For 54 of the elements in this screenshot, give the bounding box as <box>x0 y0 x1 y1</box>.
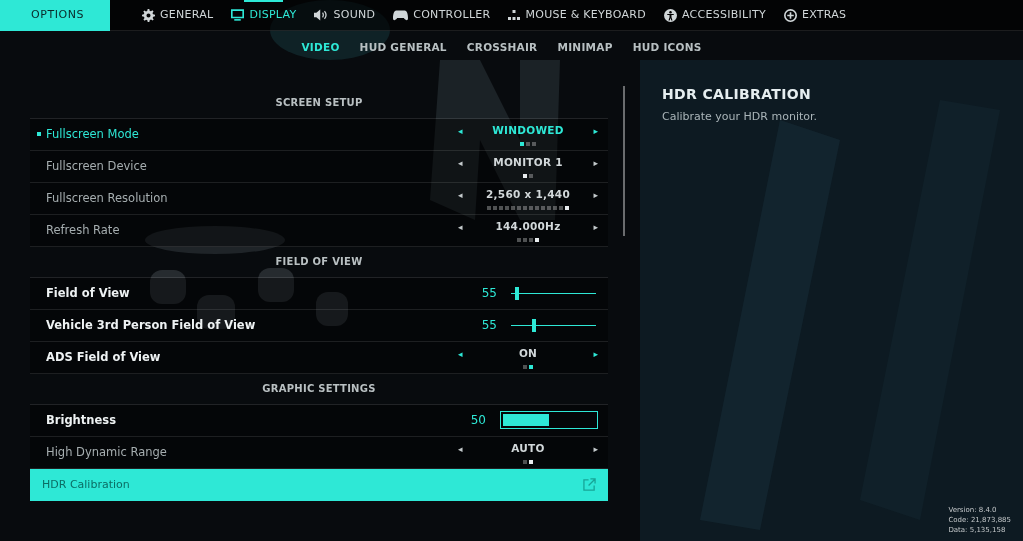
detail-title: HDR CALIBRATION <box>662 84 813 104</box>
gamepad-icon <box>393 9 409 21</box>
section-heading: GRAPHIC SETTINGS <box>30 373 608 405</box>
tab[interactable]: DISPLAY <box>231 0 297 31</box>
monitor-icon <box>231 9 245 21</box>
brightness-bar[interactable] <box>500 411 598 430</box>
subtab[interactable]: VIDEO <box>301 40 340 56</box>
setting-row[interactable]: Fullscreen Mode ◂ WINDOWED ▸ <box>30 118 608 151</box>
tab[interactable]: CONTROLLER <box>393 0 491 31</box>
subtab[interactable]: HUD GENERAL <box>359 40 447 56</box>
slider-thumb[interactable] <box>514 286 519 300</box>
plus-icon <box>783 8 797 22</box>
subtab[interactable]: HUD ICONS <box>632 40 702 56</box>
setting-row[interactable]: Field of View 55 <box>30 277 608 310</box>
setting-value: MONITOR 1 <box>493 154 563 170</box>
setting-label: Fullscreen Mode <box>45 125 140 143</box>
setting-label: Field of View <box>45 284 131 302</box>
setting-value: WINDOWED <box>492 122 564 138</box>
section-heading: FIELD OF VIEW <box>30 246 608 278</box>
tab[interactable]: EXTRAS <box>783 0 847 31</box>
setting-label: ADS Field of View <box>45 348 162 366</box>
setting-row[interactable]: Vehicle 3rd Person Field of View 55 <box>30 309 608 342</box>
tab[interactable]: GENERAL <box>142 0 214 31</box>
speaker-icon <box>314 9 329 21</box>
setting-value: 55 <box>481 285 497 303</box>
setting-label: Brightness <box>45 411 117 429</box>
setting-value: 50 <box>470 412 486 430</box>
setting-row[interactable]: ADS Field of View ◂ ON ▸ <box>30 341 608 374</box>
setting-label: Vehicle 3rd Person Field of View <box>45 316 257 334</box>
setting-label: Fullscreen Device <box>45 157 148 175</box>
setting-label: High Dynamic Range <box>45 443 168 461</box>
accessibility-icon <box>663 8 677 22</box>
setting-value: AUTO <box>511 440 545 456</box>
setting-label: Fullscreen Resolution <box>45 189 169 207</box>
setting-value: 2,560 x 1,440 <box>486 186 570 202</box>
setting-value: 55 <box>481 317 497 335</box>
detail-description: Calibrate your HDR monitor. <box>662 108 817 125</box>
setting-row[interactable]: Brightness 50 <box>30 404 608 437</box>
network-icon <box>508 10 521 20</box>
scrollbar[interactable] <box>623 85 625 236</box>
subtab[interactable]: CROSSHAIR <box>466 40 538 56</box>
setting-value: ON <box>518 345 538 361</box>
tab[interactable]: ACCESSIBILITY <box>663 0 766 31</box>
hdr-calibration-button[interactable]: HDR Calibration <box>30 468 608 501</box>
options-title: OPTIONS <box>0 0 110 31</box>
slider-thumb[interactable] <box>531 318 536 332</box>
tab[interactable]: SOUND <box>314 0 376 31</box>
gear-icon <box>142 8 155 22</box>
external-link-icon <box>583 478 596 492</box>
subtab[interactable]: MINIMAP <box>557 40 613 56</box>
setting-label: Refresh Rate <box>45 221 121 239</box>
section-heading: SCREEN SETUP <box>30 87 608 119</box>
tab[interactable]: MOUSE & KEYBOARD <box>508 0 646 31</box>
setting-value: 144.000Hz <box>495 218 561 234</box>
